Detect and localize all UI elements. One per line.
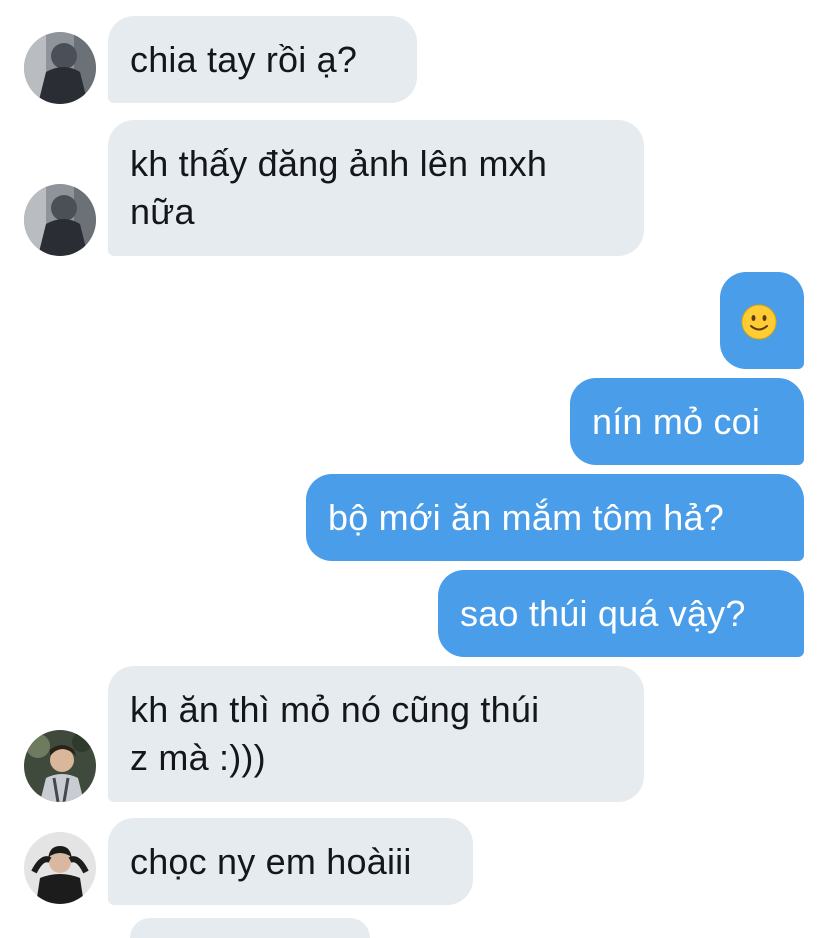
- message-text: chọc ny em hoàiii: [130, 841, 412, 882]
- message-text: kh thấy đăng ảnh lên mxh: [130, 143, 548, 184]
- avatar[interactable]: [24, 184, 96, 256]
- message-bubble-outgoing: [720, 272, 804, 369]
- message-text: chia tay rồi ạ?: [130, 39, 358, 80]
- message-bubble-incoming: chọc ny em hoàiii: [108, 818, 473, 905]
- message-bubble-incoming: chia tay rồi ạ?: [108, 16, 417, 103]
- message-text: kh ăn thì mỏ nó cũng thúi: [130, 689, 540, 730]
- message-bubble-incoming: [130, 918, 370, 938]
- message-bubble-incoming: kh thấy đăng ảnh lên mxh nữa: [108, 120, 644, 256]
- message-text: bộ mới ăn mắm tôm hả?: [328, 497, 724, 538]
- message-bubble-incoming: kh ăn thì mỏ nó cũng thúi z mà :))): [108, 666, 644, 802]
- message-bubble-outgoing: bộ mới ăn mắm tôm hả?: [306, 474, 804, 561]
- message-text: nữa: [130, 191, 195, 232]
- slightly-smiling-face-icon: [741, 304, 777, 340]
- message-bubble-outgoing: sao thúi quá vậy?: [438, 570, 804, 657]
- message-bubble-outgoing: nín mỏ coi: [570, 378, 804, 465]
- message-text: sao thúi quá vậy?: [460, 593, 746, 634]
- message-text: nín mỏ coi: [592, 401, 761, 442]
- avatar[interactable]: [24, 730, 96, 802]
- message-text: z mà :))): [130, 737, 266, 778]
- avatar[interactable]: [24, 832, 96, 904]
- avatar[interactable]: [24, 32, 96, 104]
